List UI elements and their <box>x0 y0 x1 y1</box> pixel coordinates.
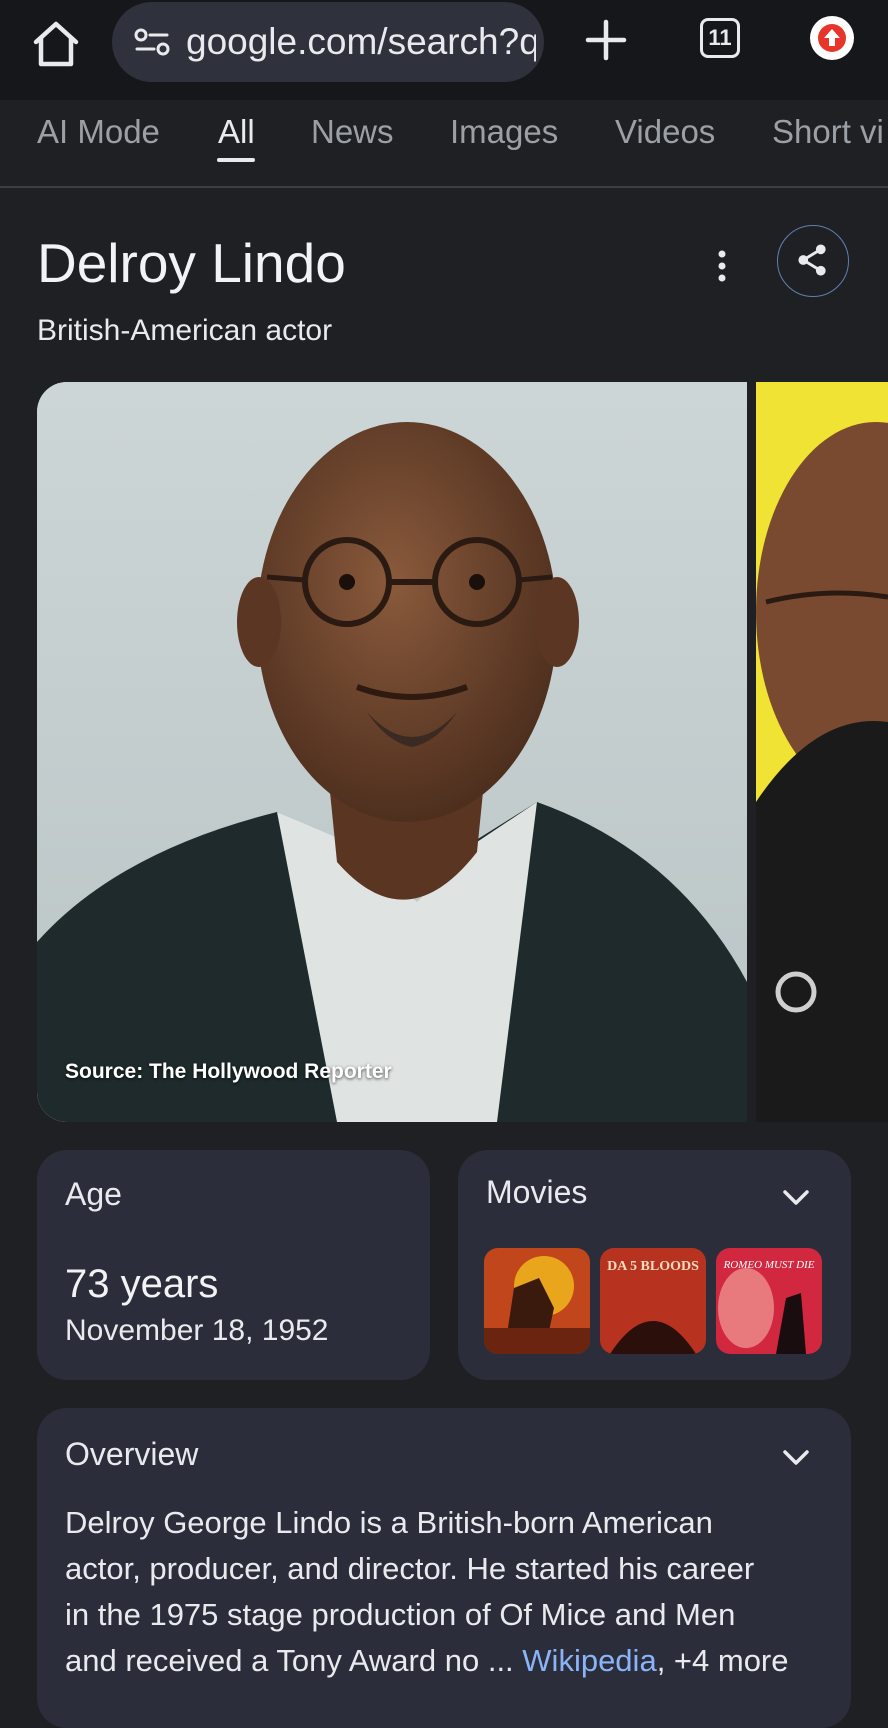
more-sources-link[interactable]: , +4 more <box>657 1643 789 1678</box>
overview-text: Delroy George Lindo is a British-born Am… <box>65 1500 835 1684</box>
entity-description: British-American actor <box>37 314 333 347</box>
tab-news[interactable]: News <box>311 110 394 154</box>
entity-title: Delroy Lindo <box>37 232 346 294</box>
movie-poster-1[interactable] <box>484 1248 590 1354</box>
age-value: 73 years <box>65 1262 219 1306</box>
overview-label: Overview <box>65 1436 199 1472</box>
chevron-down-icon[interactable] <box>781 1188 811 1208</box>
tab-switcher-button[interactable]: 11 <box>700 18 740 58</box>
more-options-icon[interactable] <box>712 246 732 286</box>
actor-second-photo-image <box>756 382 888 1122</box>
overview-line: actor, producer, and director. He starte… <box>65 1551 755 1586</box>
age-label: Age <box>65 1176 122 1212</box>
overview-line: Delroy George Lindo is a British-born Am… <box>65 1505 713 1540</box>
age-card[interactable]: Age 73 years November 18, 1952 <box>37 1150 430 1380</box>
da-5-bloods-poster[interactable]: DA 5 BLOODS <box>600 1248 706 1354</box>
tab-all[interactable]: All <box>218 110 255 154</box>
poster-3-image: ROMEO MUST DIE <box>716 1248 822 1354</box>
movies-label: Movies <box>486 1174 588 1210</box>
url-text[interactable]: google.com/search?q <box>186 18 536 66</box>
movie-posters: DA 5 BLOODS ROMEO MUST DIE <box>484 1248 829 1354</box>
chevron-down-icon[interactable] <box>781 1448 811 1468</box>
overview-last-line: and received a Tony Award no ... Wikiped… <box>65 1638 835 1684</box>
overview-line: in the 1975 stage production of Of Mice … <box>65 1597 736 1632</box>
poster-2-image: DA 5 BLOODS <box>600 1248 706 1354</box>
tab-ai-mode[interactable]: AI Mode <box>37 110 160 154</box>
share-button[interactable] <box>777 225 849 297</box>
overview-ellipsis: ... <box>487 1643 514 1678</box>
romeo-must-die-poster-title: ROMEO MUST DIE <box>723 1259 815 1271</box>
home-icon[interactable] <box>30 18 82 70</box>
birth-date: November 18, 1952 <box>65 1314 329 1347</box>
wikipedia-link[interactable]: Wikipedia <box>522 1643 656 1678</box>
actor-portrait-image <box>37 382 747 1122</box>
movies-card[interactable]: Movies DA 5 BLOODS ROMEO MUST DIE <box>458 1150 851 1380</box>
address-bar[interactable]: google.com/search?q <box>112 2 544 82</box>
tab-images[interactable]: Images <box>450 110 558 154</box>
site-settings-icon[interactable] <box>132 26 172 58</box>
update-arrow-icon <box>818 24 846 52</box>
overview-card[interactable]: Overview Delroy George Lindo is a Britis… <box>37 1408 851 1728</box>
da-5-bloods-poster-title: DA 5 BLOODS <box>607 1259 699 1274</box>
active-tab-indicator <box>217 158 255 162</box>
tab-short-videos[interactable]: Short vi <box>772 110 884 154</box>
romeo-must-die-poster[interactable]: ROMEO MUST DIE <box>716 1248 822 1354</box>
browser-toolbar: google.com/search?q 11 <box>0 0 888 100</box>
entity-image-secondary[interactable] <box>756 382 888 1122</box>
share-icon <box>798 244 826 276</box>
overview-line: and received a Tony Award no <box>65 1643 480 1678</box>
update-icon[interactable] <box>810 16 854 60</box>
tab-videos[interactable]: Videos <box>615 110 715 154</box>
search-tabs: AI Mode All News Images Videos Short vi <box>0 102 888 188</box>
image-source-caption: Source: The Hollywood Reporter <box>65 1060 392 1083</box>
new-tab-icon[interactable] <box>584 18 628 62</box>
entity-image-main[interactable]: Source: The Hollywood Reporter <box>37 382 747 1122</box>
poster-1-image <box>484 1248 590 1354</box>
